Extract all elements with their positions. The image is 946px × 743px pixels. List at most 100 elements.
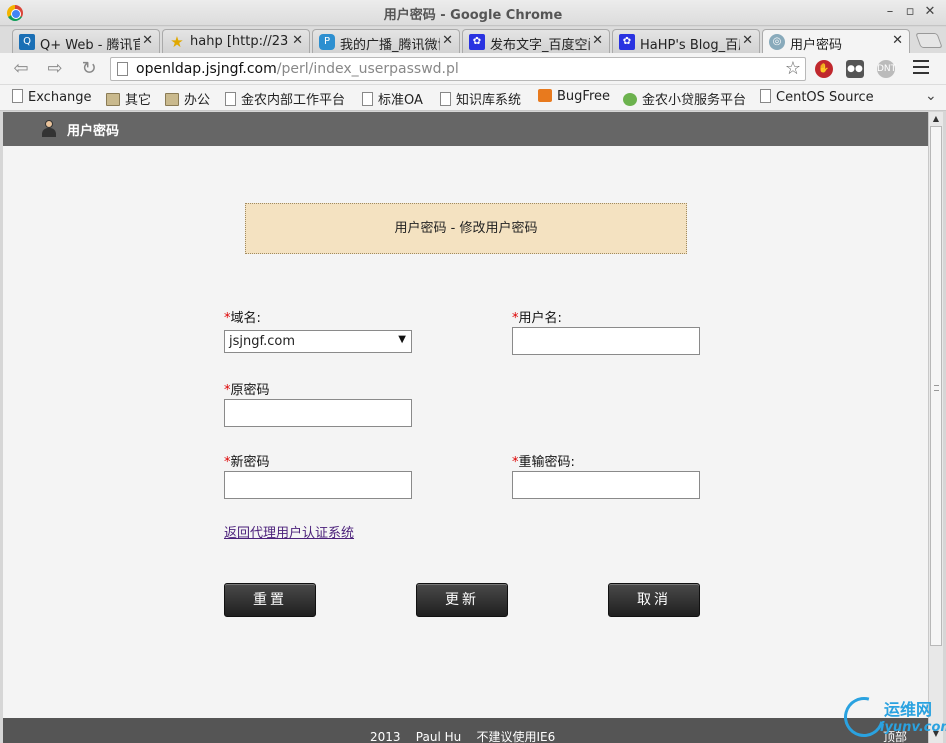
bookmark-label: 标准OA [378, 93, 423, 108]
browser-toolbar: ⇦ ⇨ ↻ openldap.jsjngf.com/perl/index_use… [0, 53, 946, 85]
bookmarks-bar: Exchange 其它 办公 金农内部工作平台 标准OA 知识库系统 BugFr… [0, 85, 946, 111]
forward-arrow-icon[interactable]: ⇨ [44, 58, 66, 80]
page-icon [362, 92, 373, 106]
folder-icon [165, 93, 179, 106]
page-icon [760, 89, 771, 103]
vertical-scrollbar[interactable]: ▲ ▼ [928, 112, 943, 743]
label-text: 域名: [230, 311, 261, 326]
folder-icon [106, 93, 120, 106]
scrollbar-thumb[interactable] [930, 126, 942, 646]
bookmark-star-icon[interactable]: ☆ [785, 58, 801, 79]
tab-close-icon[interactable]: ✕ [892, 33, 903, 48]
label-text: 新密码 [230, 455, 270, 470]
new-tab-button[interactable] [915, 33, 943, 48]
tab-close-icon[interactable]: ✕ [142, 33, 153, 48]
baidu-paw-icon: ✿ [469, 34, 485, 50]
chrome-menu-icon[interactable] [913, 60, 929, 78]
tab-strip: Q Q+ Web - 腾讯官 ✕ ★ hahp [http://23 ✕ P 我… [0, 27, 946, 53]
tab-label: 发布文字_百度空间 [490, 38, 590, 53]
username-input[interactable] [512, 327, 700, 355]
user-avatar-icon [41, 120, 57, 138]
globe-icon: ◎ [769, 34, 785, 50]
update-button[interactable]: 更新 [416, 583, 508, 617]
bookmark-label: 办公 [184, 93, 211, 108]
new-password-input[interactable] [224, 471, 412, 499]
new-password-label: *新密码 [224, 451, 270, 470]
old-password-input[interactable] [224, 399, 412, 427]
bookmark-exchange[interactable]: Exchange [12, 89, 92, 107]
reload-icon[interactable]: ↻ [78, 58, 100, 80]
watermark-text: 运维网 [884, 700, 933, 719]
grip-icon [934, 385, 939, 391]
bookmark-other[interactable]: 其它 [106, 89, 152, 108]
confirm-password-input[interactable] [512, 471, 700, 499]
bookmark-label: BugFree [557, 89, 610, 104]
cancel-button[interactable]: 取消 [608, 583, 700, 617]
tab-label: hahp [http://23 [190, 34, 289, 49]
scroll-up-icon[interactable]: ▲ [931, 114, 941, 123]
address-bar[interactable]: openldap.jsjngf.com/perl/index_userpassw… [110, 57, 806, 81]
bookmark-internal-platform[interactable]: 金农内部工作平台 [225, 89, 346, 108]
star-icon: ★ [170, 33, 184, 51]
bookmark-label: 知识库系统 [456, 93, 522, 108]
adblock-icon[interactable]: ✋ [815, 60, 833, 78]
label-text: 重输密码: [518, 455, 575, 470]
page-footer: 2013 Paul Hu 不建议使用IE6 顶部 [3, 718, 928, 743]
tab-close-icon[interactable]: ✕ [742, 33, 753, 48]
page-icon [117, 62, 128, 76]
domain-label: *域名: [224, 307, 261, 326]
maximize-icon[interactable]: ▫ [902, 4, 918, 20]
incognito-mask-icon[interactable]: ●● [846, 60, 864, 78]
app-header: 用户密码 [3, 112, 928, 146]
old-password-label: *原密码 [224, 379, 270, 398]
page-notice: 用户密码 - 修改用户密码 [245, 203, 687, 254]
bookmark-microloan-platform[interactable]: 金农小贷服务平台 [623, 89, 746, 108]
back-to-auth-link[interactable]: 返回代理用户认证系统 [224, 522, 354, 541]
tencent-weibo-icon: P [319, 34, 335, 50]
page-viewport: 用户密码 用户密码 - 修改用户密码 *域名: jsjngf.com ▼ *用户… [3, 112, 928, 743]
username-label: *用户名: [512, 307, 562, 326]
tab-user-password[interactable]: ◎ 用户密码 ✕ [762, 29, 910, 53]
tab-tencent-weibo[interactable]: P 我的广播_腾讯微博 ✕ [312, 29, 460, 53]
page-icon [440, 92, 451, 106]
baidu-paw-icon: ✿ [619, 34, 635, 50]
tab-close-icon[interactable]: ✕ [592, 33, 603, 48]
dnt-icon[interactable]: DNT [877, 60, 896, 78]
reset-button[interactable]: 重置 [224, 583, 316, 617]
bookmark-standard-oa[interactable]: 标准OA [362, 89, 423, 108]
bookmark-label: CentOS Source [776, 90, 874, 105]
site-watermark: 运维网 iyunv.com [836, 689, 946, 743]
bookmark-office[interactable]: 办公 [165, 89, 211, 108]
close-window-icon[interactable]: ✕ [922, 4, 938, 20]
bookmark-bugfree[interactable]: BugFree [538, 89, 610, 107]
tab-label: 我的广播_腾讯微博 [340, 38, 440, 53]
tab-qplus[interactable]: Q Q+ Web - 腾讯官 ✕ [12, 29, 160, 53]
tab-hahp[interactable]: ★ hahp [http://23 ✕ [162, 29, 310, 53]
window-title: 用户密码 - Google Chrome [383, 8, 563, 23]
leaf-icon [623, 93, 637, 106]
label-text: 用户名: [518, 311, 562, 326]
domain-select[interactable]: jsjngf.com ▼ [224, 330, 412, 353]
tab-baidu-space[interactable]: ✿ 发布文字_百度空间 ✕ [462, 29, 610, 53]
footer-text: 2013 Paul Hu 不建议使用IE6 [370, 730, 556, 743]
tab-close-icon[interactable]: ✕ [292, 33, 303, 48]
bookmark-label: 其它 [125, 93, 152, 108]
back-arrow-icon[interactable]: ⇦ [10, 58, 32, 80]
tab-close-icon[interactable]: ✕ [442, 33, 453, 48]
domain-select-value: jsjngf.com [229, 334, 296, 349]
chevron-down-icon[interactable]: ⌄ [925, 88, 937, 104]
qplus-icon: Q [19, 34, 35, 50]
url-text: openldap.jsjngf.com/perl/index_userpassw… [136, 61, 459, 77]
watermark-subtext: iyunv.com [880, 720, 946, 735]
bookmark-knowledge-base[interactable]: 知识库系统 [440, 89, 522, 108]
tab-label: 用户密码 [790, 38, 843, 53]
app-title: 用户密码 [67, 124, 120, 139]
minimize-icon[interactable]: – [882, 4, 898, 20]
url-host: openldap.jsjngf.com [136, 61, 277, 77]
tab-hahp-blog[interactable]: ✿ HaHP's Blog_百度 ✕ [612, 29, 760, 53]
window-titlebar: 用户密码 - Google Chrome – ▫ ✕ [0, 0, 946, 26]
bookmark-centos-source[interactable]: CentOS Source [760, 89, 874, 107]
page-icon [225, 92, 236, 106]
url-path: /perl/index_userpasswd.pl [276, 61, 459, 77]
bookmark-label: 金农内部工作平台 [241, 93, 346, 108]
